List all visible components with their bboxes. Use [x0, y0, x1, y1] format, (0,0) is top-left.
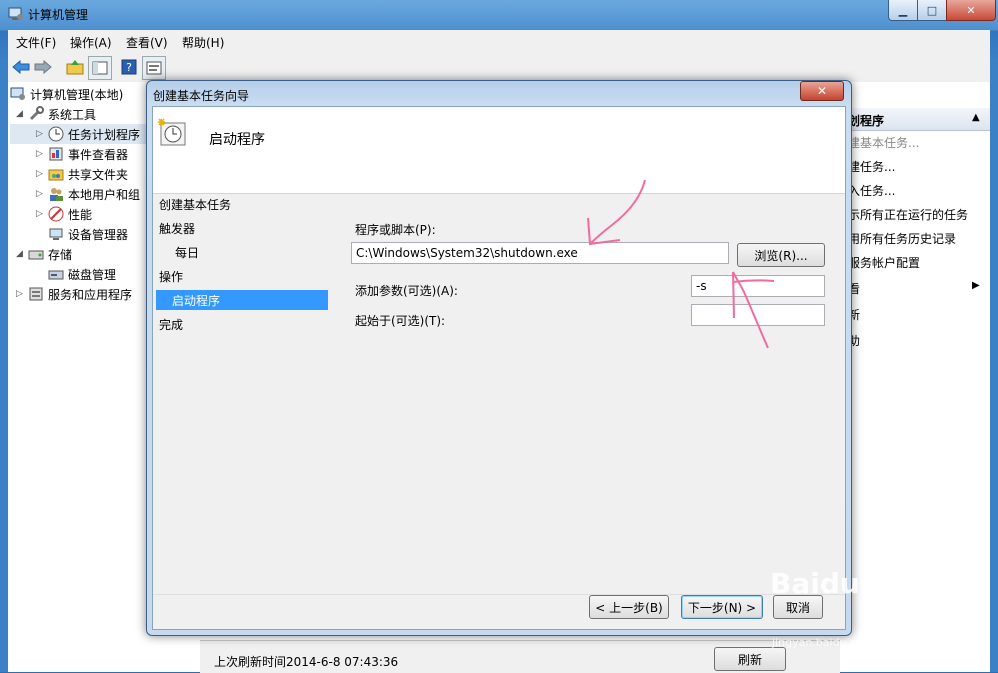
- tree-label: 性能: [68, 207, 93, 222]
- expand-arrow-icon[interactable]: ▷: [36, 189, 46, 199]
- tree-label: 共享文件夹: [68, 167, 129, 182]
- program-path-input[interactable]: [351, 242, 729, 264]
- step-start-program[interactable]: 启动程序: [156, 290, 328, 310]
- step-action[interactable]: 操作: [159, 266, 329, 286]
- services-icon: [28, 286, 44, 302]
- browse-button[interactable]: 浏览(R)...: [737, 243, 825, 267]
- action-create-basic-task[interactable]: 建基本任务...: [848, 134, 919, 151]
- tree-item-disk-management[interactable]: 磁盘管理: [10, 264, 150, 284]
- task-clock-icon: [157, 117, 187, 147]
- create-basic-task-wizard: 创建基本任务向导 ✕ 启动程序 创建基本任务 触发器 每日 操作 启动程序 完成…: [146, 80, 852, 636]
- tree-item-performance[interactable]: ▷ 性能: [10, 204, 150, 224]
- tree-item-event-viewer[interactable]: ▷ 事件查看器: [10, 144, 150, 164]
- title-bar[interactable]: 计算机管理 ▁ □ ✕: [0, 0, 998, 28]
- wizard-header: 启动程序: [153, 107, 845, 194]
- status-area: 上次刷新时间2014-6-8 07:43:36 刷新: [200, 640, 840, 673]
- dialog-title: 创建基本任务向导: [153, 89, 250, 103]
- expand-arrow-icon[interactable]: ▷: [16, 289, 26, 299]
- action-enable-history[interactable]: 用所有任务历史记录: [848, 230, 956, 247]
- navigation-tree: 计算机管理(本地) ◢ 系统工具 ▷ 任务计划程序 ▷ 事件查看器 ▷ 共享文件…: [10, 84, 150, 304]
- tree-label: 存储: [48, 247, 73, 262]
- tree-item-local-users[interactable]: ▷ 本地用户和组: [10, 184, 150, 204]
- device-manager-icon: [48, 226, 64, 242]
- step-daily[interactable]: 每日: [159, 242, 329, 262]
- tree-label: 任务计划程序: [68, 127, 141, 142]
- performance-icon: [48, 206, 64, 222]
- forward-arrow-icon[interactable]: [32, 56, 54, 78]
- expand-arrow-icon[interactable]: ▷: [36, 209, 46, 219]
- menu-view[interactable]: 查看(V): [126, 34, 168, 51]
- tree-item-shared-folders[interactable]: ▷ 共享文件夹: [10, 164, 150, 184]
- actions-header[interactable]: 划程序 ▲: [842, 108, 990, 131]
- action-service-account[interactable]: 服务帐户配置: [848, 254, 920, 271]
- actions-header-label: 划程序: [848, 114, 885, 128]
- menu-bar: 文件(F) 操作(A) 查看(V) 帮助(H): [8, 30, 990, 52]
- expand-arrow-icon[interactable]: ▷: [36, 149, 46, 159]
- window-title: 计算机管理: [28, 8, 89, 22]
- maximize-button[interactable]: □: [917, 0, 947, 21]
- tree-label: 计算机管理(本地): [30, 87, 124, 102]
- users-icon: [48, 186, 64, 202]
- program-label: 程序或脚本(P):: [355, 223, 436, 237]
- show-hide-tree-icon[interactable]: [88, 56, 112, 80]
- tree-label: 服务和应用程序: [48, 287, 133, 302]
- wizard-page-title: 启动程序: [209, 132, 265, 148]
- arguments-label: 添加参数(可选)(A):: [355, 284, 458, 298]
- tree-item-storage[interactable]: ◢ 存储: [10, 244, 150, 264]
- wizard-steps: 创建基本任务 触发器 每日 操作 启动程序 完成: [153, 194, 333, 594]
- clock-icon: [48, 126, 64, 142]
- action-import-task[interactable]: 入任务...: [848, 182, 895, 199]
- menu-file[interactable]: 文件(F): [16, 34, 56, 51]
- arguments-input[interactable]: [691, 275, 825, 297]
- refresh-button[interactable]: 刷新: [714, 647, 786, 671]
- next-button[interactable]: 下一步(N) >: [681, 595, 763, 619]
- tree-label: 事件查看器: [68, 147, 129, 162]
- dialog-body: 启动程序 创建基本任务 触发器 每日 操作 启动程序 完成 程序或脚本(P): …: [152, 106, 846, 630]
- svg-text:?: ?: [126, 61, 132, 74]
- close-button[interactable]: ✕: [946, 0, 996, 21]
- watermark-logo: Baidu 经验: [770, 567, 926, 600]
- up-folder-icon[interactable]: [64, 56, 86, 78]
- start-in-input[interactable]: [691, 304, 825, 326]
- tree-label: 系统工具: [48, 107, 97, 122]
- collapse-arrow-icon[interactable]: ◢: [16, 249, 26, 259]
- action-show-running[interactable]: 示所有正在运行的任务: [848, 206, 968, 223]
- minimize-button[interactable]: ▁: [888, 0, 918, 21]
- back-arrow-icon[interactable]: [10, 56, 32, 78]
- back-button[interactable]: < 上一步(B): [589, 595, 669, 619]
- toolbar: ?: [8, 52, 990, 83]
- shared-folder-icon: [48, 166, 64, 182]
- action-create-task[interactable]: 建任务...: [848, 158, 895, 175]
- menu-help[interactable]: 帮助(H): [182, 34, 224, 51]
- tree-item-system-tools[interactable]: ◢ 系统工具: [10, 104, 150, 124]
- tree-item-root[interactable]: 计算机管理(本地): [10, 84, 150, 104]
- step-finish[interactable]: 完成: [159, 314, 329, 334]
- step-create-task[interactable]: 创建基本任务: [159, 194, 329, 214]
- submenu-arrow-icon: ▶: [972, 280, 980, 291]
- step-trigger[interactable]: 触发器: [159, 218, 329, 238]
- start-in-label: 起始于(可选)(T):: [355, 314, 446, 328]
- watermark-url: jingyan.baidu.com: [772, 636, 874, 649]
- properties-icon[interactable]: [142, 56, 166, 80]
- tools-icon: [28, 106, 44, 122]
- computer-management-icon: [8, 6, 24, 22]
- computer-management-icon: [10, 86, 26, 102]
- storage-icon: [28, 246, 44, 262]
- help-icon[interactable]: ?: [118, 56, 140, 78]
- event-viewer-icon: [48, 146, 64, 162]
- collapse-up-icon[interactable]: ▲: [972, 112, 980, 123]
- expand-arrow-icon[interactable]: ▷: [36, 129, 46, 139]
- tree-item-task-scheduler[interactable]: ▷ 任务计划程序: [10, 124, 150, 144]
- tree-label: 磁盘管理: [68, 267, 117, 282]
- tree-label: 本地用户和组: [68, 187, 141, 202]
- collapse-arrow-icon[interactable]: ◢: [16, 109, 26, 119]
- tree-item-services-apps[interactable]: ▷ 服务和应用程序: [10, 284, 150, 304]
- tree-item-device-manager[interactable]: 设备管理器: [10, 224, 150, 244]
- dialog-close-button[interactable]: ✕: [800, 81, 844, 101]
- menu-action[interactable]: 操作(A): [70, 34, 112, 51]
- last-refresh-text: 上次刷新时间2014-6-8 07:43:36: [214, 655, 399, 669]
- disk-icon: [48, 266, 64, 282]
- expand-arrow-icon[interactable]: ▷: [36, 169, 46, 179]
- tree-label: 设备管理器: [68, 227, 129, 242]
